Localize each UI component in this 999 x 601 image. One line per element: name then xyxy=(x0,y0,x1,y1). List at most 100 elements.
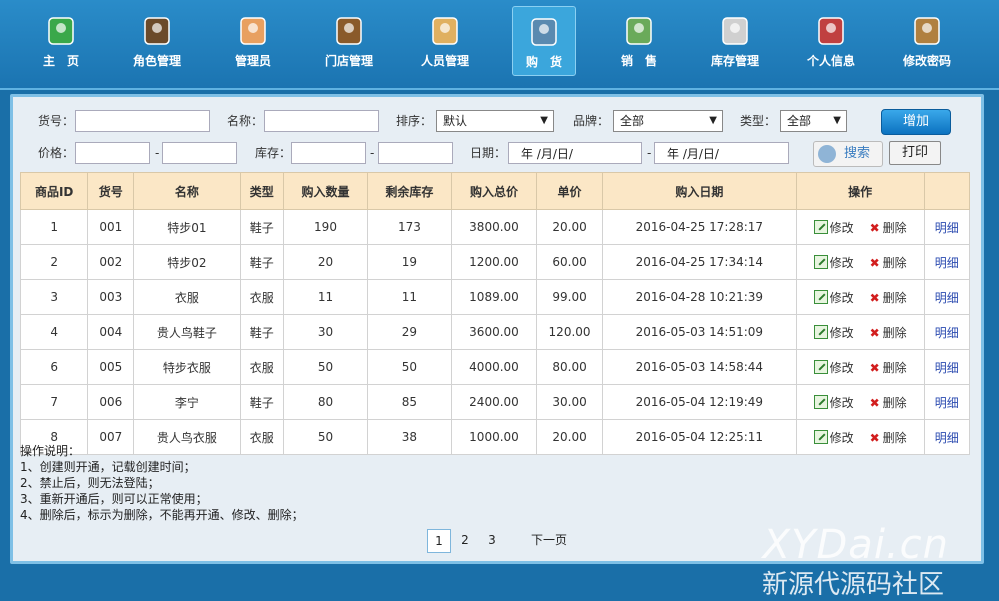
page-link[interactable]: 3 xyxy=(484,529,500,551)
column-header: 购入总价 xyxy=(450,172,538,210)
delete-link[interactable]: ✖ 删除 xyxy=(870,431,907,445)
nav-item-0[interactable]: 主 页 xyxy=(30,6,92,76)
detail-link[interactable]: 明细 xyxy=(923,209,971,245)
page-link[interactable]: 1 xyxy=(427,529,451,553)
delete-link[interactable]: ✖ 删除 xyxy=(870,221,907,235)
date-start-input[interactable]: 年 /月/日/ xyxy=(508,142,642,164)
table-row: 7 006 李宁 鞋子 80 85 2400.00 30.00 2016-05-04 12:19… xyxy=(19,384,971,420)
edit-label: 修改 xyxy=(829,255,854,270)
edit-label: 修改 xyxy=(829,290,854,305)
nav-item-9[interactable]: 修改密码 xyxy=(896,6,958,76)
brand-select[interactable]: 全部 ▼ xyxy=(613,110,723,132)
nav-label: 修改密码 xyxy=(902,54,951,68)
nav-item-8[interactable]: 个人信息 xyxy=(800,6,862,76)
stock-max-input[interactable] xyxy=(378,142,453,164)
table-cell: 7 xyxy=(19,384,89,420)
stock-min-input[interactable] xyxy=(291,142,366,164)
table-cell: 1000.00 xyxy=(450,419,538,455)
edit-link[interactable]: 修改 xyxy=(813,324,854,340)
nav-item-5[interactable]: 购 货 xyxy=(512,6,576,76)
edit-link[interactable]: 修改 xyxy=(813,429,854,445)
price-label: 价格： xyxy=(38,146,75,160)
column-header: 购入日期 xyxy=(601,172,797,210)
price-max-input[interactable] xyxy=(162,142,237,164)
table-cell: 4 xyxy=(19,314,89,350)
edit-link[interactable]: 修改 xyxy=(813,219,854,235)
edit-link[interactable]: 修改 xyxy=(813,359,854,375)
table-cell: 4000.00 xyxy=(450,349,538,385)
nav-label: 门店管理 xyxy=(324,54,373,68)
column-header: 商品ID xyxy=(19,172,89,210)
stock-dash: - xyxy=(370,146,375,160)
role-icon xyxy=(140,14,174,48)
store-icon xyxy=(332,14,366,48)
detail-link[interactable]: 明细 xyxy=(923,314,971,350)
detail-link[interactable]: 明细 xyxy=(923,244,971,280)
nav-item-7[interactable]: 库存管理 xyxy=(704,6,766,76)
column-header: 货号 xyxy=(87,172,135,210)
table-cell: 3600.00 xyxy=(450,314,538,350)
table-cell: 2400.00 xyxy=(450,384,538,420)
table-cell: 3 xyxy=(19,279,89,315)
delete-link[interactable]: ✖ 删除 xyxy=(870,291,907,305)
table-row: 3 003 衣服 衣服 11 11 1089.00 99.00 2016-04-28 10:21… xyxy=(19,279,971,315)
table-cell: 2016-04-25 17:34:14 xyxy=(601,244,797,280)
price-min-input[interactable] xyxy=(75,142,150,164)
chevron-down-icon: ▼ xyxy=(540,115,548,126)
delete-link[interactable]: ✖ 删除 xyxy=(870,361,907,375)
password-icon xyxy=(910,14,944,48)
table-cell: 173 xyxy=(366,209,452,245)
code-input[interactable] xyxy=(75,110,210,132)
brand-value: 全部 xyxy=(620,114,645,128)
table-cell: 鞋子 xyxy=(239,384,285,420)
delete-label: 删除 xyxy=(882,360,907,375)
detail-link[interactable]: 明细 xyxy=(923,384,971,420)
table-cell: 20.00 xyxy=(536,209,603,245)
table-cell: 005 xyxy=(87,349,135,385)
date-end-input[interactable]: 年 /月/日/ xyxy=(654,142,789,164)
print-button[interactable]: 打印 xyxy=(889,141,941,165)
type-value: 全部 xyxy=(787,114,812,128)
operation-cell: 修改 ✖ 删除 xyxy=(795,384,925,420)
sort-select[interactable]: 默认 ▼ xyxy=(436,110,554,132)
edit-link[interactable]: 修改 xyxy=(813,254,854,270)
detail-link[interactable]: 明细 xyxy=(923,279,971,315)
next-page-link[interactable]: 下一页 xyxy=(531,529,567,551)
search-button[interactable]: 搜索 xyxy=(813,141,883,167)
delete-label: 删除 xyxy=(882,325,907,340)
type-select[interactable]: 全部 ▼ xyxy=(780,110,847,132)
nav-item-2[interactable]: 管理员 xyxy=(222,6,284,76)
delete-link[interactable]: ✖ 删除 xyxy=(870,256,907,270)
close-icon: ✖ xyxy=(869,325,880,340)
detail-link[interactable]: 明细 xyxy=(923,349,971,385)
nav-item-3[interactable]: 门店管理 xyxy=(318,6,380,76)
watermark-logo: XYDai.cn xyxy=(762,522,949,568)
name-input[interactable] xyxy=(264,110,379,132)
table-cell: 2016-05-03 14:51:09 xyxy=(601,314,797,350)
nav-item-4[interactable]: 人员管理 xyxy=(414,6,476,76)
table-cell: 80 xyxy=(283,384,368,420)
table-cell: 003 xyxy=(87,279,135,315)
nav-label: 管理员 xyxy=(234,54,271,68)
close-icon: ✖ xyxy=(869,255,880,270)
nav-item-1[interactable]: 角色管理 xyxy=(126,6,188,76)
edit-icon xyxy=(813,429,828,444)
watermark-text: 新源代源码社区 xyxy=(761,570,944,600)
table-cell: 衣服 xyxy=(239,279,285,315)
table-cell: 鞋子 xyxy=(239,244,285,280)
table-cell: 001 xyxy=(87,209,135,245)
page-link[interactable]: 2 xyxy=(457,529,473,551)
detail-link[interactable]: 明细 xyxy=(923,419,971,455)
table-cell: 004 xyxy=(87,314,135,350)
delete-link[interactable]: ✖ 删除 xyxy=(870,326,907,340)
operation-cell: 修改 ✖ 删除 xyxy=(795,419,925,455)
table-cell: 鞋子 xyxy=(239,314,285,350)
date-label: 日期： xyxy=(470,146,507,160)
edit-link[interactable]: 修改 xyxy=(813,289,854,305)
edit-link[interactable]: 修改 xyxy=(813,394,854,410)
delete-link[interactable]: ✖ 删除 xyxy=(870,396,907,410)
close-icon: ✖ xyxy=(869,220,880,235)
add-button[interactable]: 增加 xyxy=(881,109,951,135)
table-cell: 2016-05-04 12:19:49 xyxy=(601,384,797,420)
nav-item-6[interactable]: 销 售 xyxy=(608,6,670,76)
